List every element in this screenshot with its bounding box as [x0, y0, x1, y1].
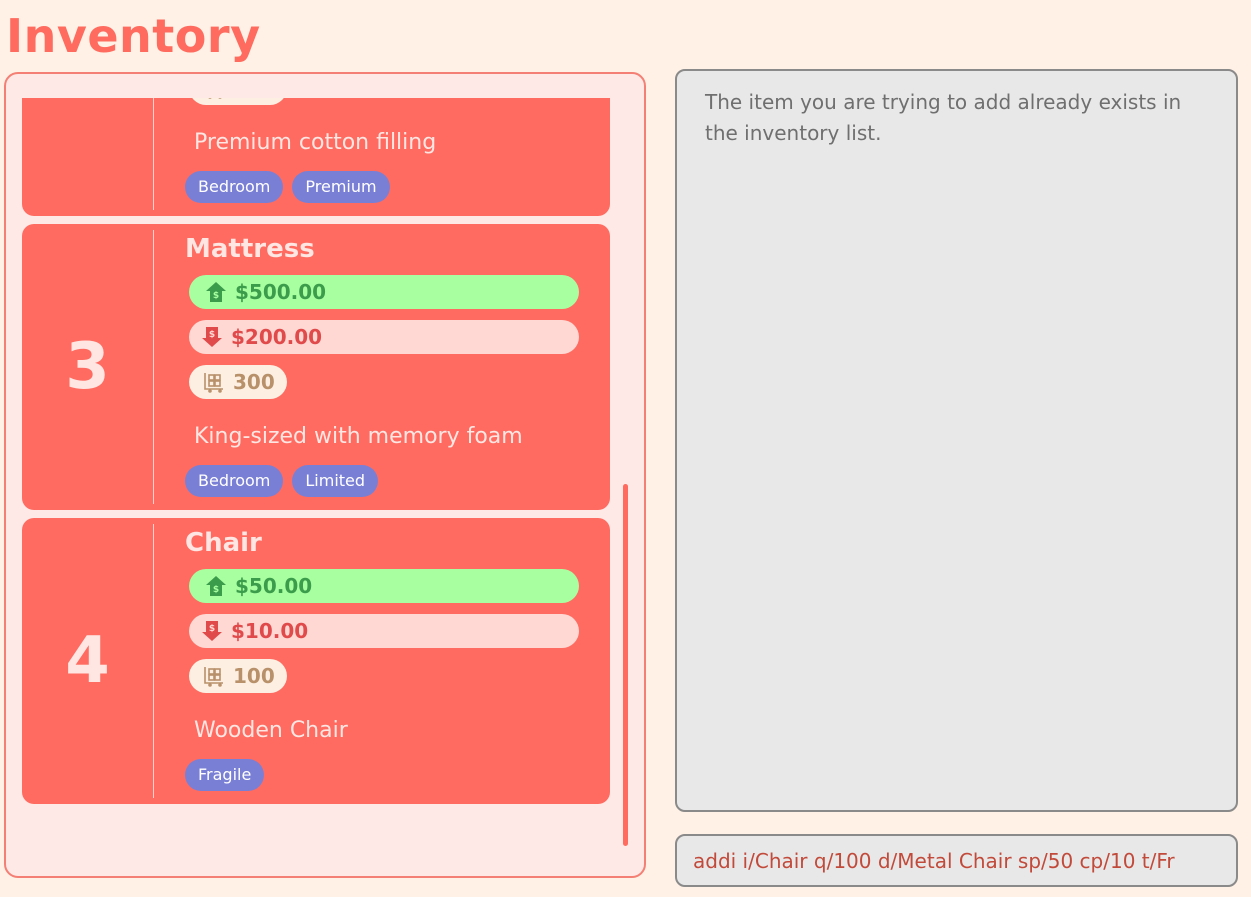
- item-index: 4: [65, 624, 110, 698]
- app-title: Inventory: [6, 9, 261, 63]
- item-description: Premium cotton filling: [194, 130, 437, 155]
- quantity-pill: 300: [189, 98, 287, 105]
- item-card[interactable]: 4 Chair $ $50.00 $ $10.00 100 Wooden Cha…: [22, 518, 610, 804]
- item-tags: Bedroom Premium: [185, 171, 390, 203]
- svg-text:$: $: [209, 330, 215, 340]
- inventory-list: 2 $ $: [22, 98, 612, 812]
- svg-text:$: $: [209, 624, 215, 634]
- item-description: Wooden Chair: [194, 718, 348, 743]
- quantity-value: 300: [233, 370, 275, 394]
- cost-price-value: $10.00: [231, 619, 309, 643]
- command-input[interactable]: [693, 836, 1233, 885]
- item-description: King-sized with memory foam: [194, 424, 523, 449]
- tag: Limited: [292, 465, 379, 497]
- sell-price-icon: $: [205, 575, 227, 597]
- list-scrollbar[interactable]: [623, 484, 628, 846]
- sell-price-pill: $ $50.00: [189, 569, 579, 603]
- tag: Fragile: [185, 759, 265, 791]
- sell-price-pill: $ $500.00: [189, 275, 579, 309]
- quantity-value: 100: [233, 664, 275, 688]
- svg-text:$: $: [213, 291, 219, 301]
- quantity-pill: 100: [189, 659, 287, 693]
- cost-price-icon: $: [201, 620, 223, 642]
- sell-price-value: $50.00: [235, 574, 313, 598]
- cost-price-pill: $ $200.00: [189, 320, 579, 354]
- tag: Bedroom: [185, 465, 284, 497]
- svg-text:$: $: [213, 585, 219, 595]
- item-name: Chair: [185, 528, 262, 558]
- item-name: Mattress: [185, 234, 315, 264]
- cost-price-icon: $: [201, 326, 223, 348]
- command-box[interactable]: [675, 834, 1238, 887]
- item-card[interactable]: 2 $ $: [22, 98, 610, 216]
- sell-price-value: $500.00: [235, 280, 327, 304]
- item-card[interactable]: 3 Mattress $ $500.00 $ $200.00 300 King-…: [22, 224, 610, 510]
- tag: Premium: [292, 171, 390, 203]
- inventory-list-panel[interactable]: 2 $ $: [4, 72, 646, 878]
- quantity-pill: 300: [189, 365, 287, 399]
- result-display[interactable]: The item you are trying to add already e…: [675, 69, 1238, 812]
- quantity-icon: [203, 98, 225, 99]
- item-tags: Bedroom Limited: [185, 465, 379, 497]
- inventory-list-viewport[interactable]: 2 $ $: [22, 98, 614, 852]
- result-message: The item you are trying to add already e…: [705, 90, 1182, 145]
- quantity-icon: [203, 665, 225, 687]
- item-tags: Fragile: [185, 759, 265, 791]
- item-index: 2: [22, 98, 153, 216]
- card-divider: [153, 524, 154, 798]
- quantity-value: 300: [233, 98, 275, 100]
- item-index: 3: [65, 330, 110, 404]
- card-divider: [153, 98, 154, 210]
- sell-price-icon: $: [205, 281, 227, 303]
- tag: Bedroom: [185, 171, 284, 203]
- cost-price-pill: $ $10.00: [189, 614, 579, 648]
- card-divider: [153, 230, 154, 504]
- cost-price-value: $200.00: [231, 325, 323, 349]
- quantity-icon: [203, 371, 225, 393]
